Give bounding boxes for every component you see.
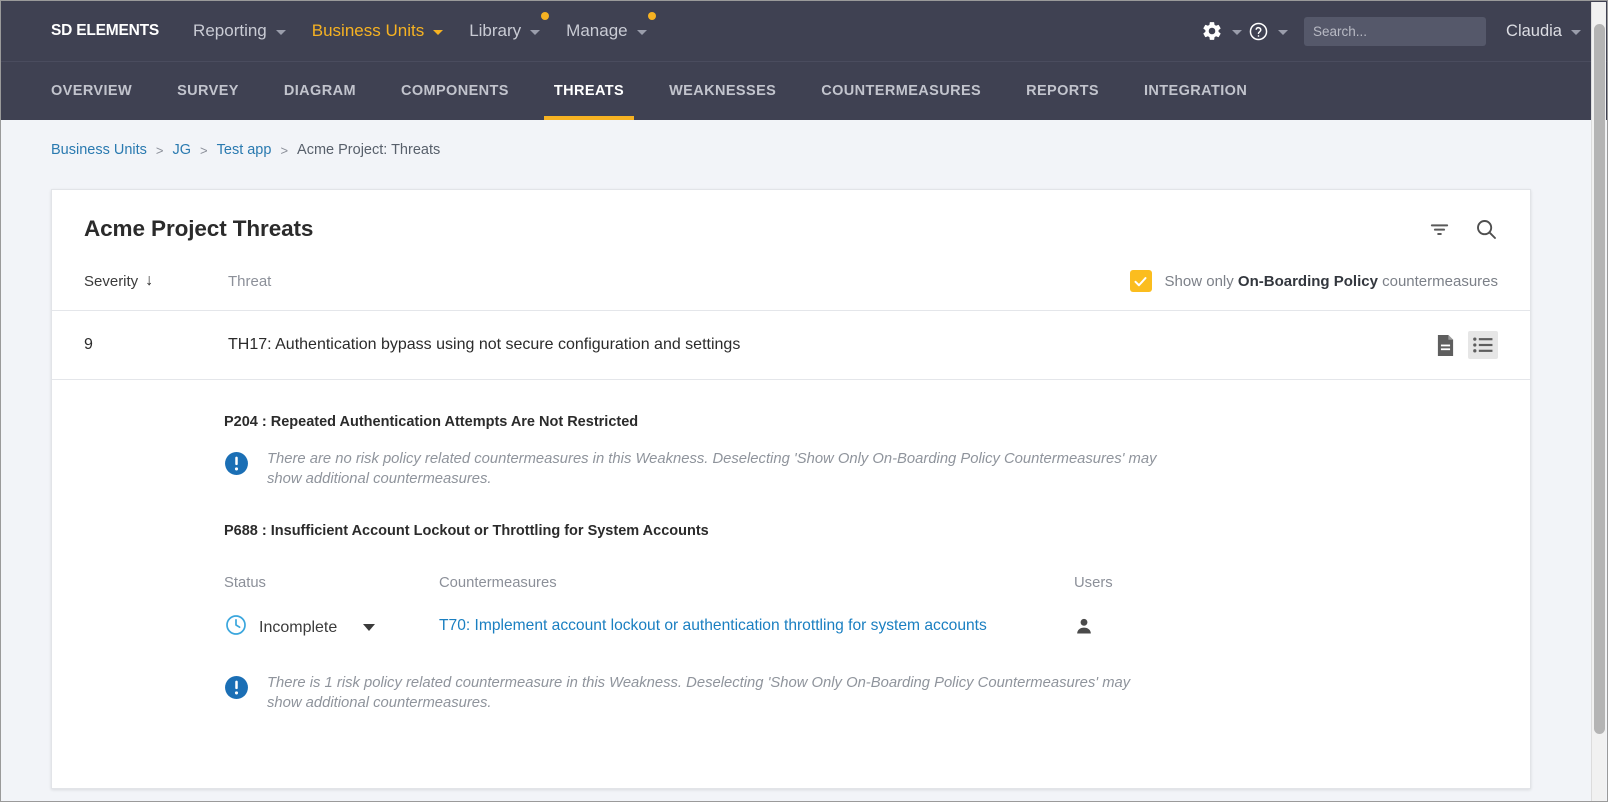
document-icon[interactable] <box>1430 331 1460 359</box>
global-search-input[interactable] <box>1304 17 1486 46</box>
column-header-severity[interactable]: Severity ↓ <box>84 273 228 290</box>
status-value: Incomplete <box>259 619 337 637</box>
chevron-down-icon <box>276 30 286 35</box>
policy-filter-label: Show only On-Boarding Policy countermeas… <box>1165 273 1498 290</box>
person-icon <box>1074 623 1094 640</box>
question-circle-icon <box>1248 21 1269 42</box>
breadcrumb-item-test-app[interactable]: Test app <box>217 142 272 158</box>
chevron-down-icon <box>1278 30 1288 35</box>
notification-dot <box>541 12 549 20</box>
list-view-icon[interactable] <box>1468 331 1498 359</box>
weakness-section-p688: P688 : Insufficient Account Lockout or T… <box>52 489 1530 713</box>
assigned-user[interactable] <box>1074 613 1094 641</box>
column-header-users: Users <box>1074 575 1113 591</box>
scrollbar-thumb[interactable] <box>1594 24 1605 734</box>
breadcrumb-separator: > <box>156 143 164 158</box>
nav-item-manage[interactable]: Manage <box>566 21 646 41</box>
breadcrumb-separator: > <box>280 143 288 158</box>
policy-filter-suffix: countermeasures <box>1378 273 1498 290</box>
tab-integration[interactable]: INTEGRATION <box>1144 62 1247 120</box>
info-exclamation-icon <box>224 675 249 705</box>
weakness-title: P688 : Insufficient Account Lockout or T… <box>84 489 1498 539</box>
weakness-title: P204 : Repeated Authentication Attempts … <box>84 380 1498 430</box>
user-menu-label: Claudia <box>1506 22 1562 41</box>
threats-card: Acme Project Threats <box>51 189 1531 789</box>
tab-weaknesses[interactable]: WEAKNESSES <box>669 62 776 120</box>
threat-name: TH17: Authentication bypass using not se… <box>228 336 740 354</box>
vertical-scrollbar[interactable] <box>1591 2 1606 802</box>
card-header-actions <box>1428 217 1498 241</box>
card-header: Acme Project Threats <box>52 190 1530 264</box>
policy-filter-prefix: Show only <box>1165 273 1238 290</box>
chevron-down-icon <box>530 30 540 35</box>
nav-item-reporting[interactable]: Reporting <box>193 21 286 41</box>
gear-icon <box>1201 20 1223 42</box>
column-header-threat: Threat <box>228 273 271 290</box>
breadcrumb-separator: > <box>200 143 208 158</box>
policy-filter-checkbox[interactable]: Show only On-Boarding Policy countermeas… <box>1130 270 1498 292</box>
search-icon[interactable] <box>1474 217 1498 241</box>
table-row[interactable]: 9 TH17: Authentication bypass using not … <box>52 311 1530 380</box>
breadcrumb-current: Acme Project: Threats <box>297 142 440 158</box>
checkbox-checked-icon <box>1130 270 1152 292</box>
chevron-down-icon <box>363 624 375 631</box>
settings-button[interactable] <box>1201 20 1242 42</box>
column-header-severity-label: Severity <box>84 273 138 290</box>
tab-diagram[interactable]: DIAGRAM <box>284 62 356 120</box>
nav-item-label: Manage <box>566 21 627 41</box>
help-button[interactable] <box>1248 21 1288 42</box>
column-header-row: Severity ↓ Threat Show only On-Boarding … <box>52 264 1530 311</box>
nav-item-library[interactable]: Library <box>469 21 540 41</box>
filter-icon[interactable] <box>1428 218 1451 241</box>
chevron-down-icon <box>1232 30 1242 35</box>
tab-overview[interactable]: OVERVIEW <box>51 62 132 120</box>
tab-countermeasures[interactable]: COUNTERMEASURES <box>821 62 981 120</box>
sort-descending-icon: ↓ <box>145 273 153 289</box>
weakness-note: There are no risk policy related counter… <box>84 430 1498 489</box>
brand-logo[interactable]: SD ELEMENTS <box>51 22 159 40</box>
breadcrumb-item-jg[interactable]: JG <box>173 142 192 158</box>
tab-components[interactable]: COMPONENTS <box>401 62 509 120</box>
threat-row-actions <box>1430 331 1498 359</box>
tab-reports[interactable]: REPORTS <box>1026 62 1099 120</box>
app-window: SD ELEMENTS Reporting Business Units Lib… <box>0 0 1608 802</box>
column-header-status: Status <box>224 575 439 591</box>
nav-item-label: Library <box>469 21 521 41</box>
policy-filter-policy-name: On-Boarding Policy <box>1238 273 1378 290</box>
weakness-section-p204: P204 : Repeated Authentication Attempts … <box>52 380 1530 489</box>
user-menu[interactable]: Claudia <box>1506 22 1581 41</box>
clock-icon <box>224 613 248 642</box>
nav-item-label: Reporting <box>193 21 267 41</box>
tab-survey[interactable]: SURVEY <box>177 62 239 120</box>
column-header-countermeasures: Countermeasures <box>439 575 1074 591</box>
nav-item-label: Business Units <box>312 21 424 41</box>
weakness-note-text: There are no risk policy related counter… <box>267 450 1157 489</box>
notification-dot <box>648 12 656 20</box>
nav-item-business-units[interactable]: Business Units <box>312 21 443 41</box>
tab-threats[interactable]: THREATS <box>554 62 624 120</box>
chevron-down-icon <box>1571 30 1581 35</box>
chevron-down-icon <box>433 30 443 35</box>
breadcrumb-item-business-units[interactable]: Business Units <box>51 142 147 158</box>
weakness-note-text: There is 1 risk policy related counterme… <box>267 674 1157 713</box>
page-title: Acme Project Threats <box>84 216 313 242</box>
status-dropdown[interactable]: Incomplete <box>224 613 439 642</box>
top-nav-right-group: Claudia <box>1201 17 1581 46</box>
chevron-down-icon <box>637 30 647 35</box>
top-navigation-bar: SD ELEMENTS Reporting Business Units Lib… <box>1 1 1607 61</box>
info-exclamation-icon <box>224 451 249 481</box>
countermeasure-column-headers: Status Countermeasures Users <box>84 539 1498 591</box>
breadcrumb: Business Units > JG > Test app > Acme Pr… <box>1 120 1607 158</box>
project-tab-bar: OVERVIEW SURVEY DIAGRAM COMPONENTS THREA… <box>1 61 1607 120</box>
threat-severity-value: 9 <box>84 336 228 354</box>
countermeasure-link[interactable]: T70: Implement account lockout or authen… <box>439 613 1074 637</box>
weakness-note: There is 1 risk policy related counterme… <box>84 642 1498 713</box>
countermeasure-row: Incomplete T70: Implement account lockou… <box>84 591 1498 642</box>
